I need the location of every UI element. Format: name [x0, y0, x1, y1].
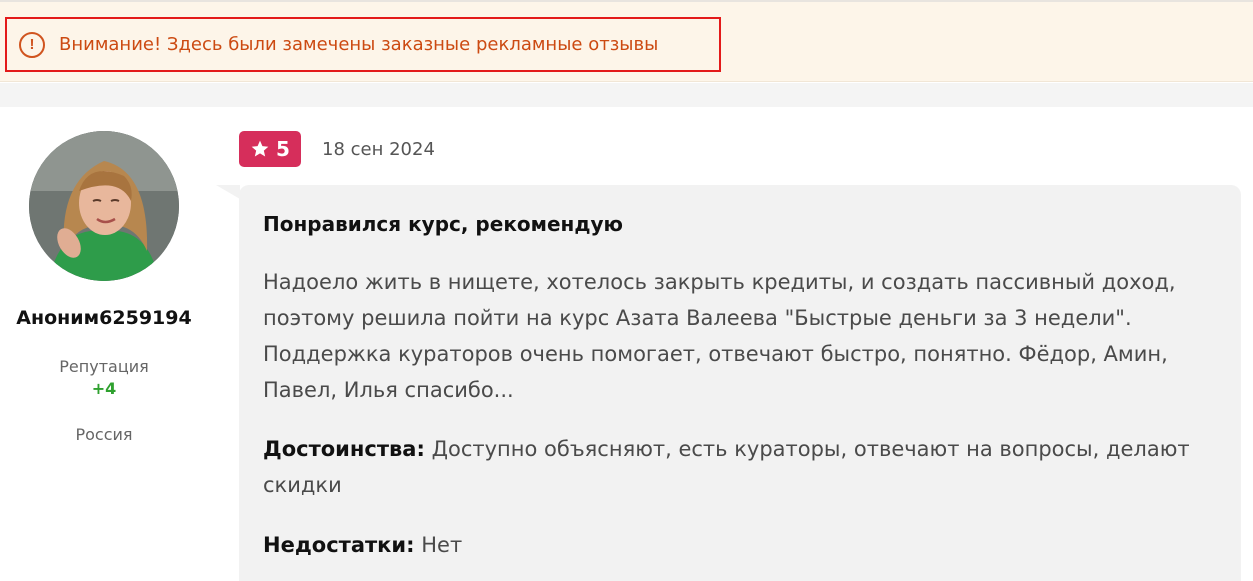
review-title[interactable]: Понравился курс, рекомендую — [263, 212, 623, 236]
pros-label: Достоинства: — [263, 437, 425, 461]
cons-text: Нет — [421, 533, 463, 557]
avatar-photo-icon — [29, 131, 179, 281]
review-cons: Недостатки: Нет — [263, 527, 1193, 563]
author-country: Россия — [75, 425, 133, 444]
rating-badge: 5 — [239, 131, 301, 167]
warning-box: ! Внимание! Здесь были замечены заказные… — [5, 17, 721, 72]
reputation-value: +4 — [91, 379, 117, 398]
reputation-label: Репутация — [59, 357, 149, 376]
author-name[interactable]: Аноним6259194 — [0, 307, 208, 329]
rating-value: 5 — [276, 137, 290, 161]
review-body: Надоело жить в нищете, хотелось закрыть … — [263, 270, 1176, 402]
warning-banner: ! Внимание! Здесь были замечены заказные… — [0, 2, 1253, 82]
review-card: Аноним6259194 Репутация +4 Россия 5 18 с… — [0, 107, 1253, 581]
review-date: 18 сен 2024 — [322, 139, 435, 160]
star-icon — [251, 140, 269, 157]
warning-text: Внимание! Здесь были замечены заказные р… — [59, 34, 659, 55]
review-pros: Достоинства: Доступно объясняют, есть ку… — [263, 431, 1193, 503]
cons-label: Недостатки: — [263, 533, 415, 557]
section-gap — [0, 83, 1253, 107]
bubble-tail — [216, 185, 240, 199]
avatar[interactable] — [29, 131, 179, 281]
exclamation-circle-icon: ! — [19, 31, 45, 58]
